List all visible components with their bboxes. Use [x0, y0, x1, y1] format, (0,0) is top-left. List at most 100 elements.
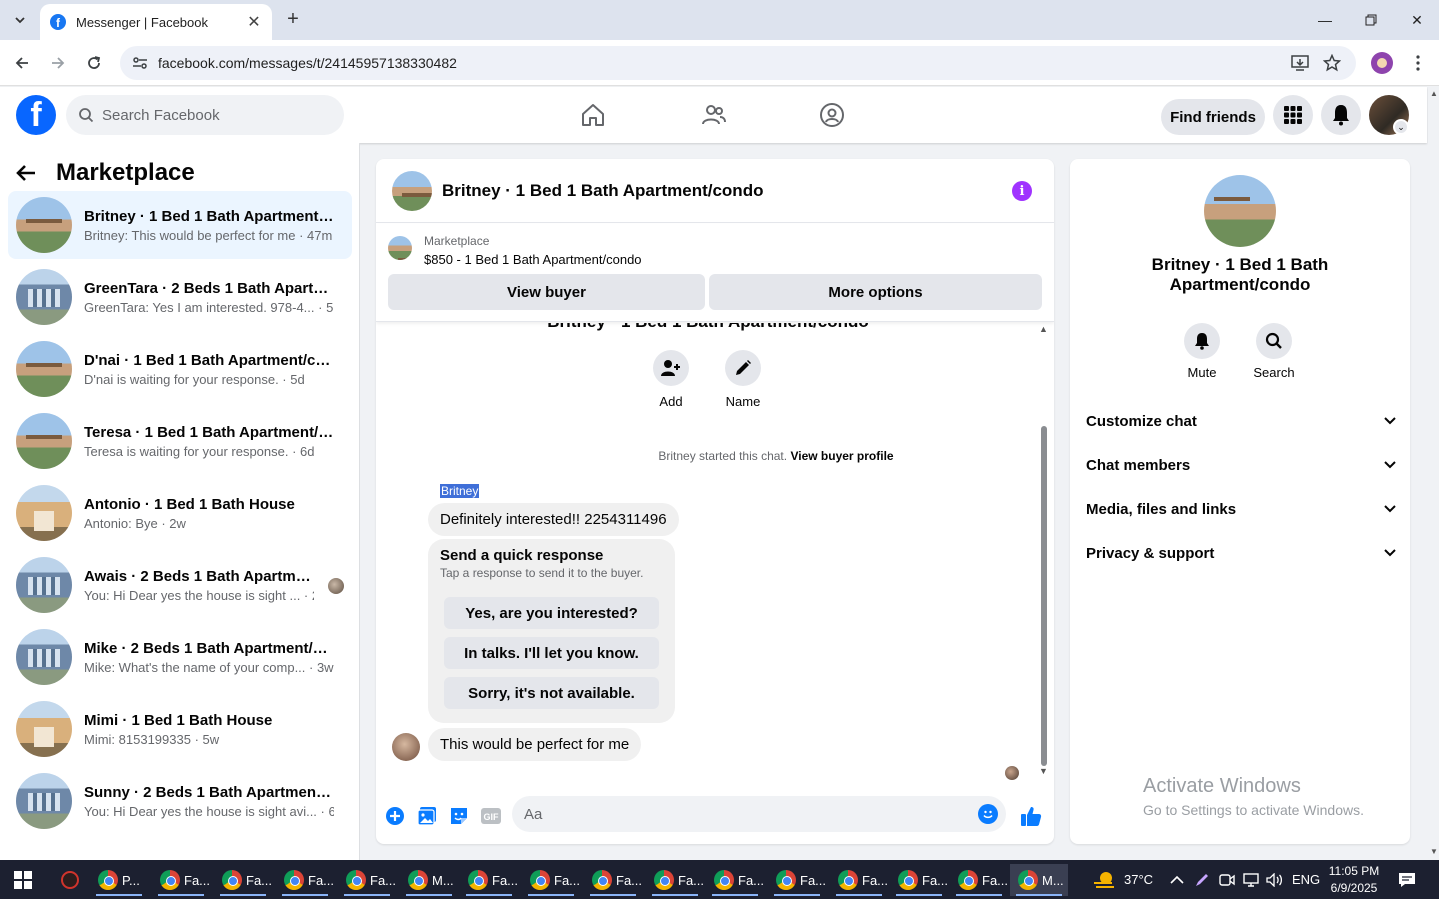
view-buyer-profile-link[interactable]: View buyer profile	[790, 449, 893, 463]
emoji-icon[interactable]	[978, 804, 998, 824]
scrollbar-thumb[interactable]	[1041, 426, 1047, 766]
media-files-links-section[interactable]: Media, files and links	[1086, 489, 1396, 529]
address-bar[interactable]: facebook.com/messages/t/2414595713833048…	[120, 46, 1356, 80]
plus-circle-icon[interactable]	[384, 805, 406, 827]
conversation-item[interactable]: Antonio · 1 Bed 1 Bath House Antonio: Bye…	[8, 479, 352, 547]
taskbar-chrome-window[interactable]: Fa...	[950, 864, 1008, 896]
conversation-item[interactable]: Mimi · 1 Bed 1 Bath House Mimi: 815319933…	[8, 695, 352, 763]
taskbar-chrome-window[interactable]: Fa...	[768, 864, 826, 896]
close-tab-icon[interactable]: ✕	[246, 12, 262, 32]
new-tab-button[interactable]: +	[282, 8, 304, 31]
quick-response-card: Send a quick response Tap a response to …	[428, 539, 675, 723]
thumbs-up-icon[interactable]	[1020, 805, 1042, 827]
photo-icon[interactable]	[416, 805, 438, 827]
conversation-item[interactable]: Mike · 2 Beds 1 Bath Apartment/co... Mike…	[8, 623, 352, 691]
conversation-item[interactable]: Awais · 2 Beds 1 Bath Apartment... You: H…	[8, 551, 352, 619]
search-in-conversation-button[interactable]: Search	[1244, 323, 1304, 380]
quick-response-option[interactable]: Sorry, it's not available.	[444, 677, 659, 709]
gif-icon[interactable]: GIF	[480, 805, 502, 827]
listing-price[interactable]: $850 - 1 Bed 1 Bath Apartment/condo	[424, 252, 642, 267]
privacy-support-section[interactable]: Privacy & support	[1086, 533, 1396, 573]
page-scrollbar[interactable]: ▲ ▼	[1428, 87, 1439, 860]
taskbar-chrome-window[interactable]: Fa...	[522, 864, 580, 896]
notifications-button[interactable]	[1321, 95, 1361, 135]
sender-avatar[interactable]	[392, 733, 420, 761]
taskbar-clock[interactable]: 11:05 PM 6/9/2025	[1322, 863, 1386, 897]
view-buyer-button[interactable]: View buyer	[388, 274, 705, 310]
browser-menu-icon[interactable]	[1406, 51, 1430, 75]
conversation-preview: Britney: This would be perfect for me · …	[84, 227, 333, 243]
back-arrow-icon[interactable]	[16, 164, 48, 182]
taskbar-chrome-window[interactable]: Fa...	[460, 864, 518, 896]
weather-widget[interactable]: 37°C	[1092, 860, 1153, 899]
minimize-button[interactable]: —	[1305, 8, 1345, 32]
taskbar-chrome-window[interactable]: M...	[400, 864, 458, 896]
facebook-search-input[interactable]: Search Facebook	[66, 95, 344, 135]
taskbar-chrome-window[interactable]: P...	[90, 864, 148, 896]
tab-search-button[interactable]	[8, 8, 32, 32]
show-hidden-icons[interactable]	[1170, 860, 1184, 899]
notification-center-icon[interactable]	[1398, 860, 1416, 899]
taskbar-chrome-window[interactable]: Fa...	[830, 864, 888, 896]
conversation-item[interactable]: Sunny · 2 Beds 1 Bath Apartment/c... You:…	[8, 767, 352, 835]
taskbar-chrome-window-active[interactable]: M...	[1010, 864, 1068, 896]
conversation-photo[interactable]	[1204, 175, 1276, 247]
taskbar-chrome-window[interactable]: Fa...	[152, 864, 210, 896]
chat-started-notice: Britney started this chat. View buyer pr…	[376, 449, 1054, 463]
scroll-down-arrow-icon[interactable]: ▼	[1430, 847, 1438, 856]
watermark-subtitle: Go to Settings to activate Windows.	[1143, 802, 1364, 818]
windows-start-icon[interactable]	[14, 871, 32, 889]
account-chevron-icon[interactable]: ⌄	[1393, 119, 1409, 135]
scroll-up-arrow-icon[interactable]: ▲	[1430, 89, 1438, 98]
mute-button[interactable]: Mute	[1172, 323, 1232, 380]
customize-chat-section[interactable]: Customize chat	[1086, 401, 1396, 441]
input-language[interactable]: ENG	[1292, 860, 1320, 899]
forward-button[interactable]	[45, 50, 71, 76]
back-button[interactable]	[9, 50, 35, 76]
quick-response-option[interactable]: In talks. I'll let you know.	[444, 637, 659, 669]
profile-avatar-icon[interactable]	[1370, 51, 1394, 75]
chat-title[interactable]: Britney · 1 Bed 1 Bath Apartment/condo	[442, 181, 763, 201]
scroll-down-arrow-icon[interactable]: ▼	[1039, 766, 1048, 776]
taskbar-chrome-window[interactable]: Fa...	[214, 864, 272, 896]
browser-tab-messenger[interactable]: f Messenger | Facebook ✕	[40, 4, 272, 40]
sticker-icon[interactable]	[448, 805, 470, 827]
chat-thumbnail[interactable]	[392, 170, 432, 211]
groups-nav-icon[interactable]	[816, 99, 848, 131]
taskbar-chrome-window[interactable]: Fa...	[646, 864, 704, 896]
maximize-button[interactable]	[1351, 8, 1391, 32]
info-icon[interactable]: i	[1012, 181, 1032, 201]
taskbar-chrome-window[interactable]: Fa...	[584, 864, 642, 896]
conversation-item[interactable]: Britney · 1 Bed 1 Bath Apartment/c... Bri…	[8, 191, 352, 259]
taskbar-chrome-window[interactable]: Fa...	[338, 864, 396, 896]
taskbar-chrome-window[interactable]: Fa...	[706, 864, 764, 896]
site-info-icon[interactable]	[132, 55, 148, 71]
friends-nav-icon[interactable]	[697, 99, 729, 131]
meet-now-icon[interactable]	[1219, 860, 1235, 899]
conversation-item[interactable]: D'nai · 1 Bed 1 Bath Apartment/co... D'na…	[8, 335, 352, 403]
taskbar-chrome-window[interactable]: Fa...	[276, 864, 334, 896]
reload-button[interactable]	[81, 50, 107, 76]
install-app-icon[interactable]	[1288, 51, 1312, 75]
scroll-up-arrow-icon[interactable]: ▲	[1039, 324, 1048, 334]
pen-icon[interactable]	[1194, 860, 1210, 899]
home-nav-icon[interactable]	[577, 99, 609, 131]
taskbar-chrome-window[interactable]: Fa...	[890, 864, 948, 896]
bookmark-star-icon[interactable]	[1320, 51, 1344, 75]
add-people-button[interactable]: Add	[636, 350, 706, 409]
taskbar-app-icon[interactable]	[56, 864, 84, 896]
conversation-item[interactable]: GreenTara · 2 Beds 1 Bath Apartme... Gree…	[8, 263, 352, 331]
find-friends-button[interactable]: Find friends	[1161, 99, 1265, 135]
close-window-button[interactable]: ✕	[1397, 8, 1437, 32]
name-chat-button[interactable]: Name	[708, 350, 778, 409]
facebook-logo-icon[interactable]: f	[16, 95, 56, 135]
conversation-item[interactable]: Teresa · 1 Bed 1 Bath Apartment/c... Tere…	[8, 407, 352, 475]
chat-members-section[interactable]: Chat members	[1086, 445, 1396, 485]
thread-scrollbar[interactable]: ▲ ▼	[1039, 324, 1048, 776]
quick-response-option[interactable]: Yes, are you interested?	[444, 597, 659, 629]
menu-grid-button[interactable]	[1273, 95, 1313, 135]
network-icon[interactable]	[1243, 860, 1259, 899]
more-options-button[interactable]: More options	[709, 274, 1042, 310]
volume-icon[interactable]	[1266, 860, 1284, 899]
message-input[interactable]: Aa	[512, 796, 1006, 832]
